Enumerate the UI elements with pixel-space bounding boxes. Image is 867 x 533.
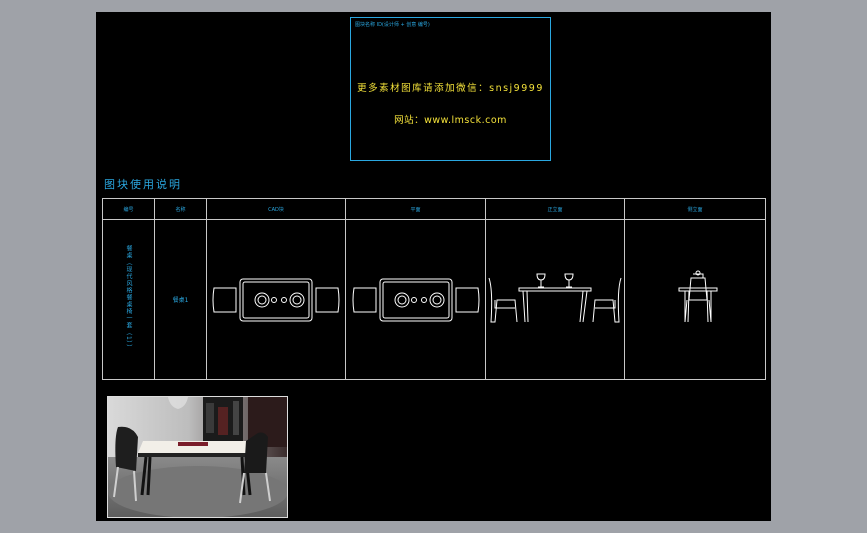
cell-name: 餐桌1 xyxy=(154,219,207,380)
header-number: 编号 xyxy=(102,198,155,220)
plan-view-icon[interactable] xyxy=(348,270,484,330)
wechat-contact-text: 更多素材图库请添加微信：snsj9999 xyxy=(357,83,544,94)
table-header-row: 编号 名称 CAD块 平面 正立面 侧立面 xyxy=(102,198,766,220)
table-row: 餐桌（现代风格餐桌椅一套（1）） 餐桌1 xyxy=(102,219,766,380)
header-front-elevation: 正立面 xyxy=(485,198,625,220)
front-elevation-icon[interactable] xyxy=(487,270,623,330)
cell-number: 餐桌（现代风格餐桌椅一套（1）） xyxy=(102,219,155,380)
side-elevation-icon[interactable] xyxy=(627,270,763,330)
block-name-text: 餐桌1 xyxy=(172,297,189,304)
cad-block-plan-icon[interactable] xyxy=(208,270,344,330)
info-box-caption: 图块名称 ID(设计师 + 创意 编号) xyxy=(355,22,430,28)
section-title: 图块使用说明 xyxy=(104,178,182,191)
block-table: 编号 名称 CAD块 平面 正立面 侧立面 餐桌（现代风格餐桌椅一套（1）） 餐… xyxy=(102,198,766,380)
cell-side-elevation[interactable] xyxy=(624,219,766,380)
cell-plan[interactable] xyxy=(345,219,486,380)
cell-front-elevation[interactable] xyxy=(485,219,625,380)
header-cad-block: CAD块 xyxy=(206,198,346,220)
cell-cad-block[interactable] xyxy=(206,219,346,380)
website-text: 网站：www.lmsck.com xyxy=(394,115,507,126)
info-box: 图块名称 ID(设计师 + 创意 编号) 更多素材图库请添加微信：snsj999… xyxy=(350,17,551,161)
header-plan: 平面 xyxy=(345,198,486,220)
dining-room-photo xyxy=(107,396,288,518)
dining-room-photo-icon xyxy=(108,397,287,517)
drawing-canvas[interactable]: 图块名称 ID(设计师 + 创意 编号) 更多素材图库请添加微信：snsj999… xyxy=(96,12,771,521)
block-number-text: 餐桌（现代风格餐桌椅一套（1）） xyxy=(125,245,132,352)
header-side-elevation: 侧立面 xyxy=(624,198,766,220)
header-name: 名称 xyxy=(154,198,207,220)
